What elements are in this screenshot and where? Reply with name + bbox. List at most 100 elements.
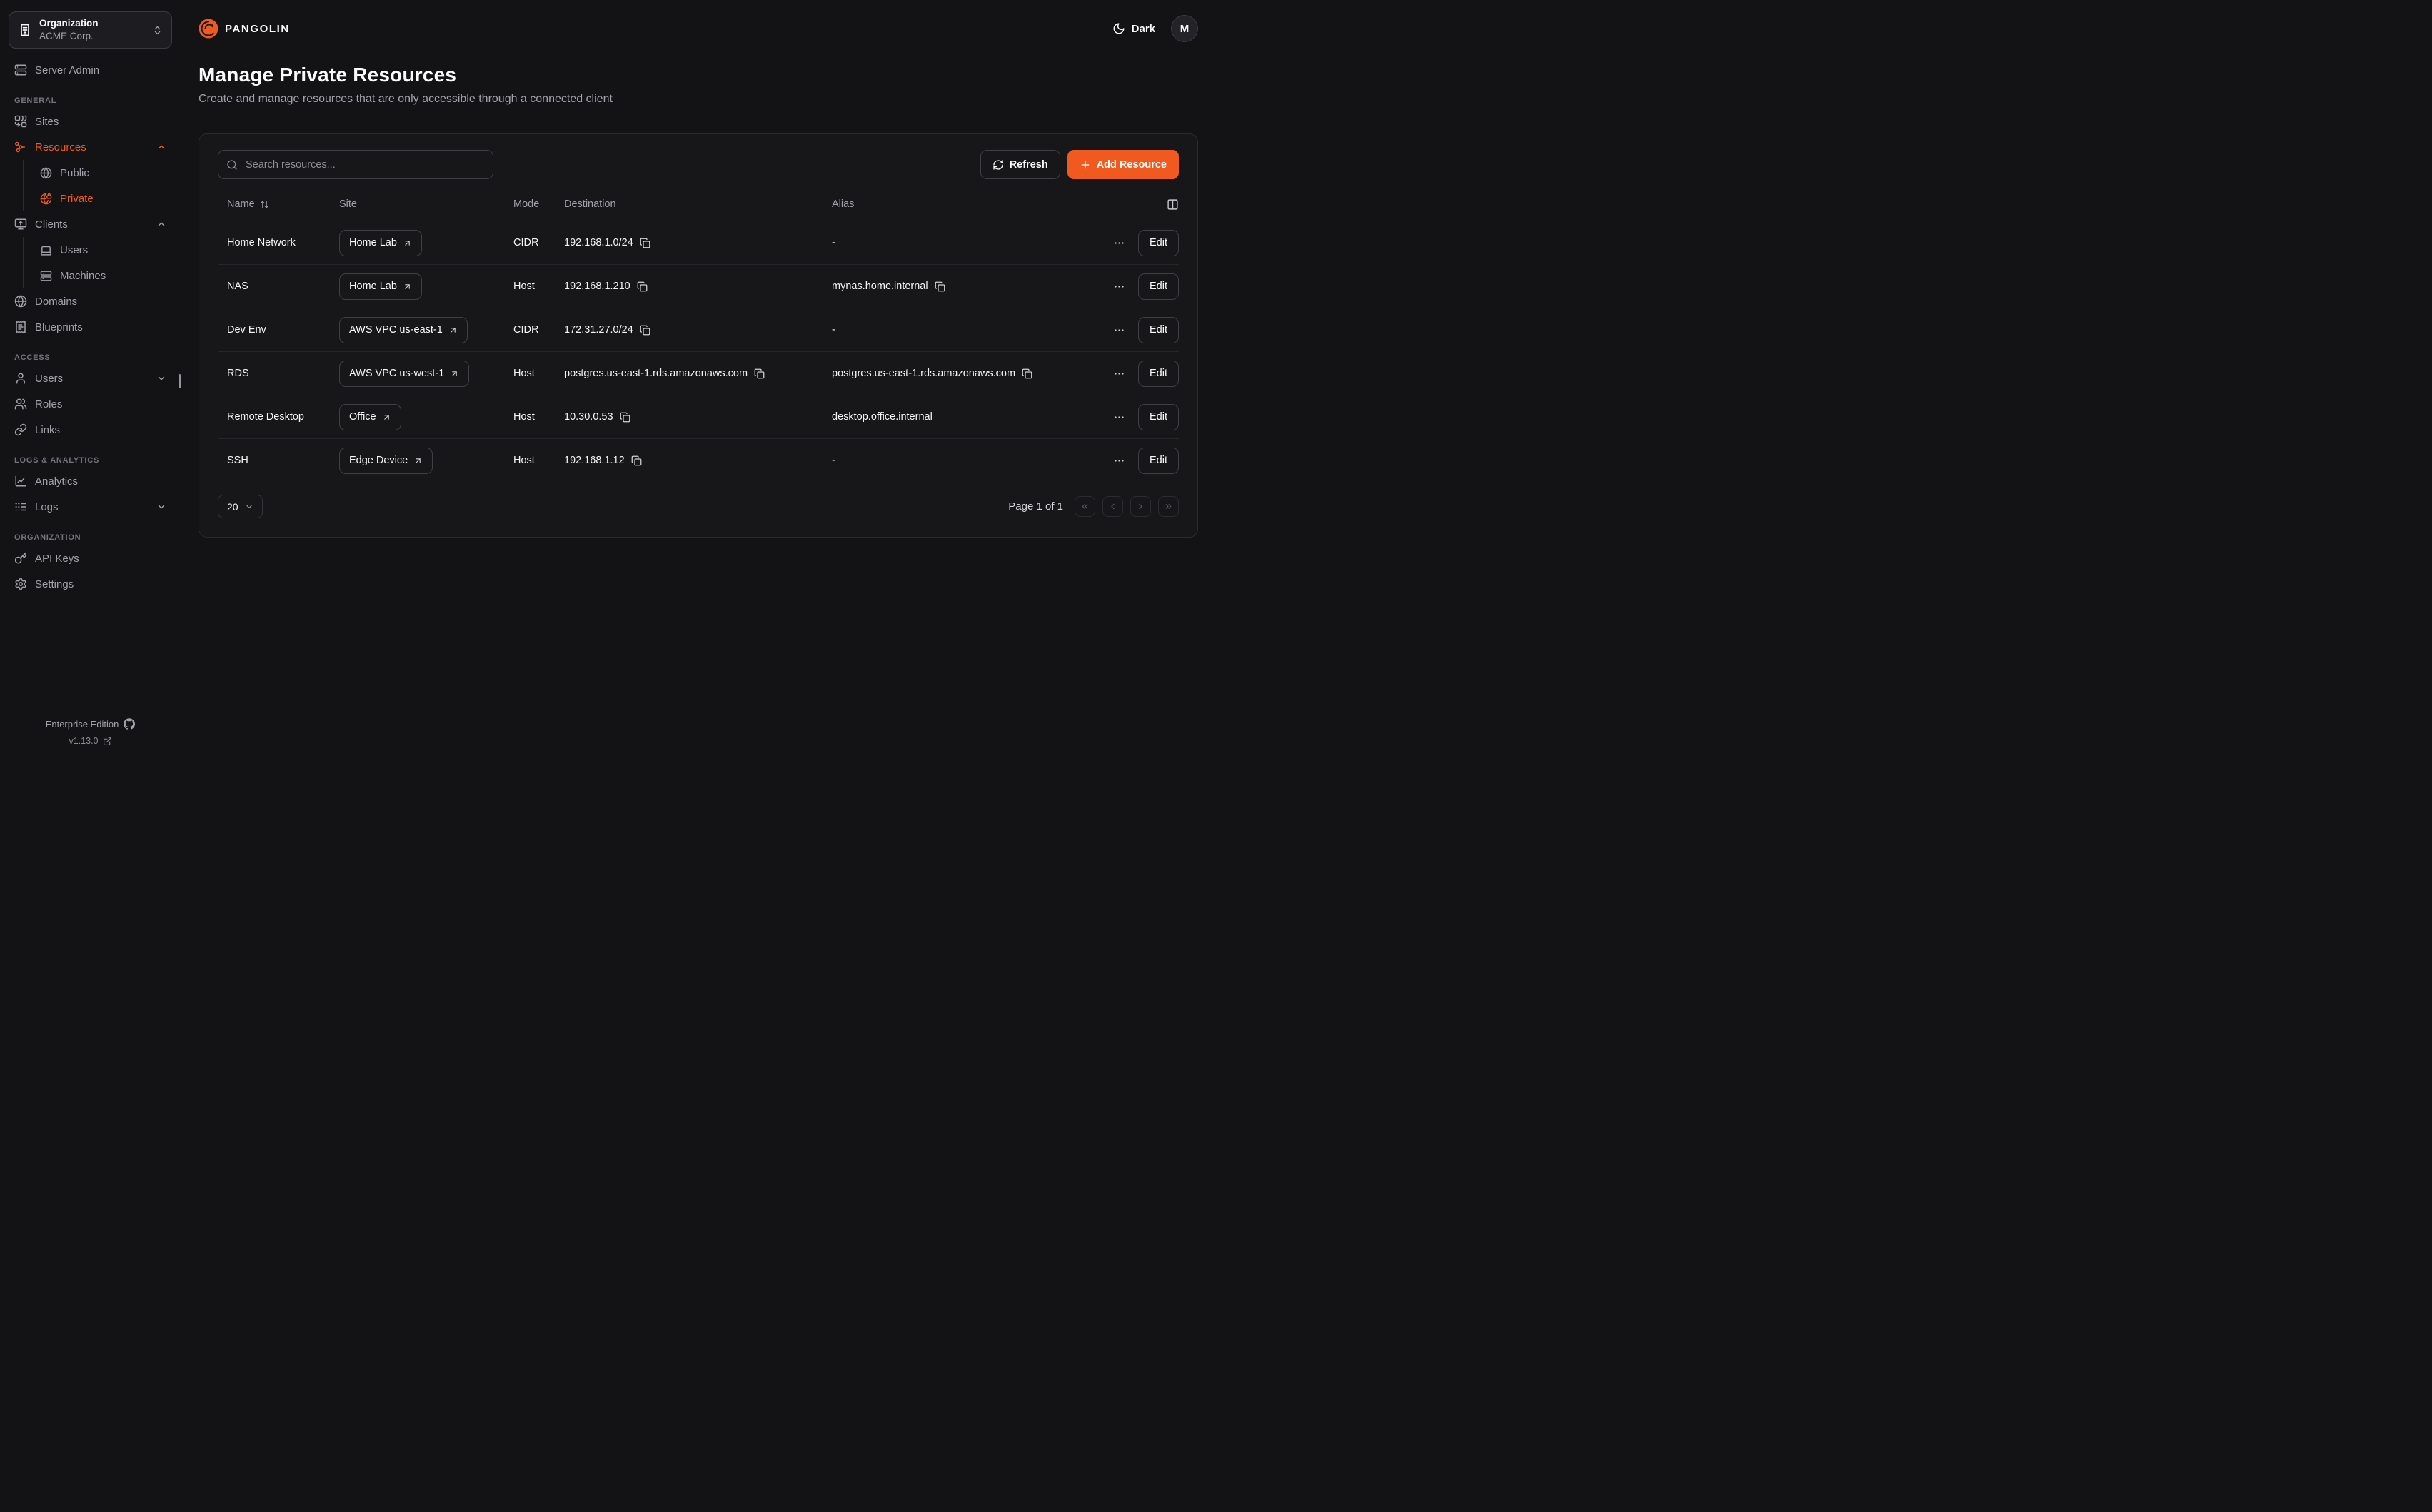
org-selector[interactable]: Organization ACME Corp. xyxy=(9,11,172,49)
copy-icon[interactable] xyxy=(637,281,648,292)
site-link-button[interactable]: Office xyxy=(339,404,401,430)
search-wrap xyxy=(218,150,493,179)
copy-icon[interactable] xyxy=(640,238,650,248)
sidebar-item-machines[interactable]: Machines xyxy=(24,263,172,288)
copy-icon[interactable] xyxy=(631,455,642,466)
resource-destination: postgres.us-east-1.rds.amazonaws.com xyxy=(564,368,748,379)
copy-icon[interactable] xyxy=(935,281,945,292)
brand[interactable]: PANGOLIN xyxy=(199,19,290,39)
row-menu-icon[interactable] xyxy=(1113,281,1125,293)
refresh-button[interactable]: Refresh xyxy=(980,150,1060,179)
sidebar-item-logs[interactable]: Logs xyxy=(9,494,172,520)
sidebar: Organization ACME Corp. Server Admin GEN… xyxy=(0,0,181,756)
search-icon xyxy=(226,159,238,171)
org-value: ACME Corp. xyxy=(39,31,145,42)
copy-icon[interactable] xyxy=(754,368,765,379)
first-page-button[interactable] xyxy=(1075,496,1095,517)
row-menu-icon[interactable] xyxy=(1113,324,1125,336)
site-link-button[interactable]: AWS VPC us-east-1 xyxy=(339,317,468,343)
sidebar-item-private[interactable]: Private xyxy=(24,186,172,211)
site-link-button[interactable]: Edge Device xyxy=(339,448,433,474)
sidebar-footer: Enterprise Edition v1.13.0 xyxy=(9,718,172,746)
resources-subnav: Public Private xyxy=(23,160,172,211)
table-row: NAS Home Lab Host 192.168.1.210 mynas.ho… xyxy=(218,265,1179,308)
sort-arrows-icon xyxy=(260,200,269,209)
resource-mode: Host xyxy=(513,368,564,379)
column-header-destination: Destination xyxy=(564,198,832,210)
sidebar-item-clients[interactable]: Clients xyxy=(9,211,172,237)
sidebar-item-sites[interactable]: Sites xyxy=(9,109,172,134)
columns-icon[interactable] xyxy=(1167,198,1179,211)
sidebar-scrollbar-thumb[interactable] xyxy=(179,374,181,388)
site-link-button[interactable]: Home Lab xyxy=(339,230,422,256)
table-row: Remote Desktop Office Host 10.30.0.53 de… xyxy=(218,395,1179,439)
section-label-logs-analytics: LOGS & ANALYTICS xyxy=(14,455,166,465)
sidebar-item-client-users[interactable]: Users xyxy=(24,237,172,263)
resource-destination: 10.30.0.53 xyxy=(564,411,613,423)
gear-icon xyxy=(14,578,27,590)
table-header-row: Name Site Mode Destination Alias xyxy=(218,188,1179,221)
copy-icon[interactable] xyxy=(1022,368,1032,379)
edit-button[interactable]: Edit xyxy=(1138,273,1179,300)
resource-destination: 192.168.1.0/24 xyxy=(564,237,633,248)
sidebar-item-domains[interactable]: Domains xyxy=(9,288,172,314)
add-resource-button[interactable]: Add Resource xyxy=(1067,150,1179,179)
globe-icon xyxy=(40,167,52,179)
sidebar-item-resources[interactable]: Resources xyxy=(9,134,172,160)
building-icon xyxy=(18,23,32,37)
page-size-select[interactable]: 20 xyxy=(218,495,263,518)
app: Organization ACME Corp. Server Admin GEN… xyxy=(0,0,1216,756)
resource-alias: mynas.home.internal xyxy=(832,281,928,292)
sidebar-nav: Server Admin GENERAL Sites Resources xyxy=(9,57,172,718)
arrow-up-right-icon xyxy=(413,456,423,465)
resource-name: NAS xyxy=(227,281,339,292)
resource-destination: 192.168.1.12 xyxy=(564,455,625,466)
sidebar-item-server-admin[interactable]: Server Admin xyxy=(9,57,172,83)
users-icon xyxy=(14,398,27,410)
copy-icon[interactable] xyxy=(640,325,650,336)
arrow-up-right-icon xyxy=(450,369,459,378)
avatar[interactable]: M xyxy=(1171,15,1198,42)
chevron-down-icon xyxy=(156,373,166,383)
resource-alias: - xyxy=(832,324,1085,336)
column-header-name[interactable]: Name xyxy=(227,198,339,210)
row-menu-icon[interactable] xyxy=(1113,411,1125,423)
row-menu-icon[interactable] xyxy=(1113,368,1125,380)
resource-destination: 172.31.27.0/24 xyxy=(564,324,633,336)
edit-button[interactable]: Edit xyxy=(1138,317,1179,343)
theme-toggle[interactable]: Dark xyxy=(1112,22,1155,35)
edit-button[interactable]: Edit xyxy=(1138,230,1179,256)
edition-label: Enterprise Edition xyxy=(46,719,119,730)
site-link-button[interactable]: AWS VPC us-west-1 xyxy=(339,361,469,387)
chevron-down-icon xyxy=(245,503,253,511)
sidebar-item-links[interactable]: Links xyxy=(9,417,172,443)
sidebar-item-api-keys[interactable]: API Keys xyxy=(9,545,172,571)
next-page-button[interactable] xyxy=(1130,496,1151,517)
row-menu-icon[interactable] xyxy=(1113,455,1125,467)
sidebar-item-blueprints[interactable]: Blueprints xyxy=(9,314,172,340)
arrow-up-right-icon xyxy=(382,413,391,422)
row-menu-icon[interactable] xyxy=(1113,237,1125,249)
chevrons-left-icon xyxy=(1080,502,1090,511)
globe-lock-icon xyxy=(40,193,52,205)
github-icon[interactable] xyxy=(124,718,135,730)
edit-button[interactable]: Edit xyxy=(1138,361,1179,387)
link-icon xyxy=(14,423,27,436)
key-icon xyxy=(14,552,27,565)
edit-button[interactable]: Edit xyxy=(1138,448,1179,474)
copy-icon[interactable] xyxy=(620,412,630,423)
last-page-button[interactable] xyxy=(1158,496,1179,517)
sidebar-item-public[interactable]: Public xyxy=(24,160,172,186)
prev-page-button[interactable] xyxy=(1102,496,1123,517)
search-input[interactable] xyxy=(218,150,493,179)
sidebar-item-settings[interactable]: Settings xyxy=(9,571,172,597)
edit-button[interactable]: Edit xyxy=(1138,404,1179,430)
external-link-icon[interactable] xyxy=(103,737,112,746)
brand-name: PANGOLIN xyxy=(225,23,290,35)
sidebar-item-roles[interactable]: Roles xyxy=(9,391,172,417)
sidebar-item-users[interactable]: Users xyxy=(9,366,172,391)
site-link-button[interactable]: Home Lab xyxy=(339,273,422,300)
sidebar-item-analytics[interactable]: Analytics xyxy=(9,468,172,494)
resource-alias: desktop.office.internal xyxy=(832,411,1085,423)
chart-line-icon xyxy=(14,475,27,488)
